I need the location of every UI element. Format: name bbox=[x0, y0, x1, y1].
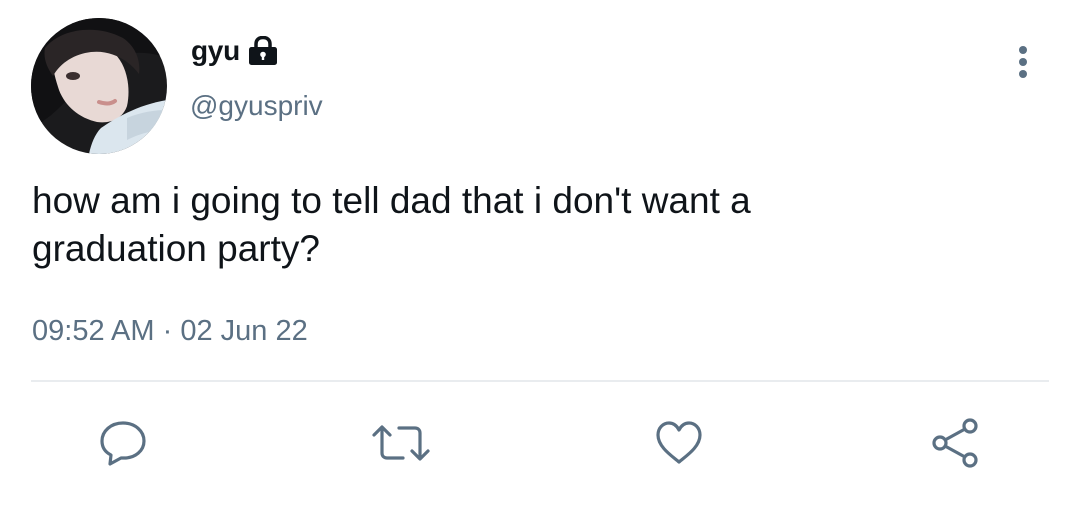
display-name[interactable]: gyu bbox=[191, 35, 240, 67]
retweet-arrows-icon bbox=[371, 423, 431, 468]
author-name-row: gyu bbox=[191, 34, 279, 68]
divider bbox=[31, 380, 1049, 382]
tweet-timestamp: 09:52 AM · 02 Jun 22 bbox=[32, 315, 308, 348]
avatar[interactable] bbox=[31, 18, 167, 154]
share-button[interactable] bbox=[930, 417, 982, 473]
more-options-icon[interactable] bbox=[1011, 44, 1035, 84]
reply-button[interactable] bbox=[97, 419, 149, 471]
heart-icon bbox=[654, 420, 704, 471]
like-button[interactable] bbox=[653, 419, 705, 471]
tweet-date[interactable]: 02 Jun 22 bbox=[180, 315, 307, 347]
lock-icon bbox=[247, 36, 279, 66]
username-handle[interactable]: @gyuspriv bbox=[190, 90, 323, 122]
tweet-time[interactable]: 09:52 AM bbox=[32, 315, 155, 347]
comment-bubble-icon bbox=[98, 420, 148, 471]
tweet-text: how am i going to tell dad that i don't … bbox=[32, 180, 751, 269]
meta-separator: · bbox=[154, 315, 181, 347]
retweet-button[interactable] bbox=[372, 419, 430, 471]
share-icon bbox=[930, 417, 982, 473]
tweet-card: gyu @gyuspriv how am i going to tell dad… bbox=[0, 0, 1080, 507]
